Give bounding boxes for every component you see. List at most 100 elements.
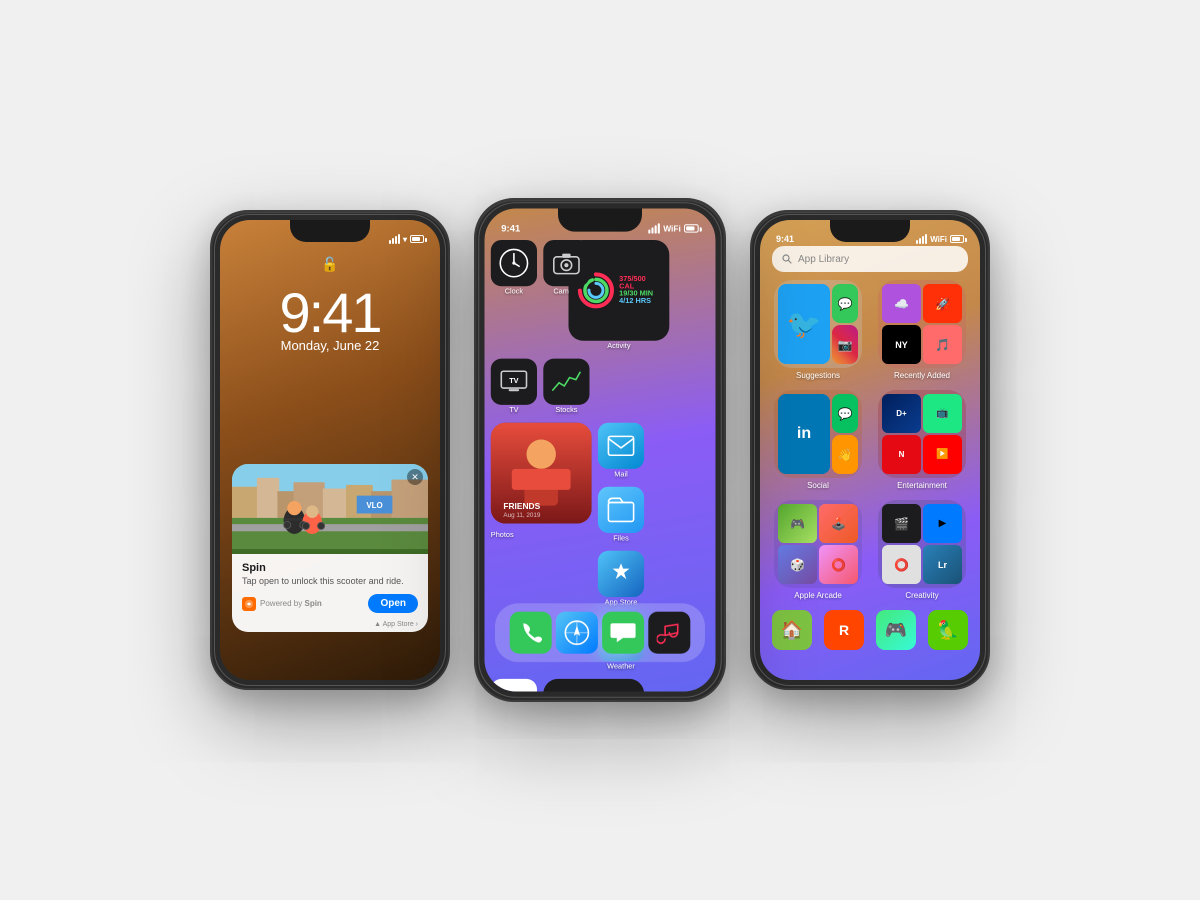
- svg-text:VLO: VLO: [366, 501, 382, 510]
- tv-app-item[interactable]: TV TV: [491, 359, 537, 415]
- notch-2: [558, 209, 642, 232]
- creativity-label: Creativity: [905, 591, 938, 600]
- reddit-icon[interactable]: R: [824, 610, 864, 650]
- reddit-app[interactable]: R: [824, 610, 864, 650]
- messages-icon-small: 💬: [832, 284, 858, 323]
- messages-dock-app[interactable]: [602, 612, 644, 654]
- creativity-folder-box[interactable]: 🎬 ▶ ⭕ Lr: [878, 500, 966, 588]
- safari-dock-app[interactable]: [556, 612, 598, 654]
- appstore-app-item[interactable]: App Store: [598, 551, 644, 607]
- entertainment-folder-box[interactable]: D+ 📺 N ▶️: [878, 390, 966, 478]
- library-row-1: 🐦 💬 📷 Suggestions ☁️: [772, 280, 968, 380]
- linkedin-icon: in: [778, 394, 830, 474]
- notification-title: Spin: [242, 562, 418, 574]
- entertainment-label: Entertainment: [897, 481, 947, 490]
- phones-container: ▾ 🔓 9:41 Monday, June 22: [210, 210, 990, 690]
- game3-icon: 🎲: [778, 545, 817, 584]
- nytimes-icon: NY: [882, 325, 921, 364]
- netflix-icon: N: [882, 435, 921, 474]
- mail-app[interactable]: [598, 423, 644, 469]
- duolingo-app[interactable]: 🦜: [928, 610, 968, 650]
- houzz-icon[interactable]: 🏠: [772, 610, 812, 650]
- notification-brand: Powered by Spin: [242, 597, 322, 611]
- creativity-folder[interactable]: 🎬 ▶ ⭕ Lr Creativity: [876, 500, 968, 600]
- social-folder-box[interactable]: in 💬 👋: [774, 390, 862, 478]
- arcade-folder-box[interactable]: 🎮 🕹️ 🎲 ⭕: [774, 500, 862, 588]
- files-app-item[interactable]: Files: [598, 487, 644, 543]
- dock-safari[interactable]: [554, 612, 600, 654]
- photos-widget-item[interactable]: FRIENDS Aug 11, 2019 Photos: [491, 423, 592, 543]
- files-app[interactable]: [598, 487, 644, 533]
- health-home-group: Health Home: [491, 679, 537, 692]
- tv-app[interactable]: TV: [491, 359, 537, 405]
- game-app[interactable]: 🎮: [876, 610, 916, 650]
- dock-phone[interactable]: [508, 612, 554, 654]
- battery-icon-2: [684, 224, 699, 232]
- game-icon[interactable]: 🎮: [876, 610, 916, 650]
- recently-added-folder-box[interactable]: ☁️ 🚀 NY 🎵: [878, 280, 966, 368]
- homescreen-bg: 9:41 WiFi: [485, 209, 716, 692]
- notification-open-button[interactable]: Open: [368, 594, 418, 613]
- library-row-4: 🏠 R 🎮 🦜 P: [772, 610, 968, 650]
- houzz-app[interactable]: 🏠: [772, 610, 812, 650]
- notification-card[interactable]: VLO ✕ Spin Tap open to unlock this scoot…: [232, 464, 428, 632]
- photos-widget-label: Photos: [491, 532, 514, 539]
- tv-label: TV: [509, 407, 518, 414]
- entertainment-folder[interactable]: D+ 📺 N ▶️ Entertainment: [876, 390, 968, 490]
- stocks-label: Stocks: [555, 407, 577, 414]
- circle-icon: ⭕: [882, 545, 921, 584]
- phone-3-applibrary: 9:41 WiFi: [750, 210, 990, 690]
- dock-music[interactable]: [646, 612, 692, 654]
- mail-app-item[interactable]: Mail: [598, 423, 644, 479]
- health-app[interactable]: [491, 679, 537, 692]
- notification-image: VLO ✕: [232, 464, 428, 554]
- notch-1: [290, 220, 370, 242]
- suggestions-folder-box[interactable]: 🐦 💬 📷: [774, 280, 862, 368]
- suggestions-folder[interactable]: 🐦 💬 📷 Suggestions: [772, 280, 864, 380]
- recently-added-label: Recently Added: [894, 371, 950, 380]
- appstore-link[interactable]: ▲ App Store ›: [232, 621, 428, 632]
- video-icon: 🎬: [882, 504, 921, 543]
- health-app-item[interactable]: Health: [491, 679, 537, 692]
- duolingo-icon[interactable]: 🦜: [928, 610, 968, 650]
- notification-footer: Powered by Spin Open: [232, 594, 428, 621]
- clock-label: Clock: [505, 288, 523, 295]
- cloudy-icon: ☁️: [882, 284, 921, 323]
- mail-files-group: Mail Files: [598, 423, 644, 543]
- phone-2-homescreen: 9:41 WiFi: [474, 198, 726, 702]
- camera-app[interactable]: [543, 240, 589, 286]
- notification-close-btn[interactable]: ✕: [407, 469, 423, 485]
- music-widget[interactable]: 🎵 Chromatica Lady Gaga: [543, 679, 644, 692]
- search-placeholder: App Library: [798, 254, 849, 265]
- music-widget-item[interactable]: 🎵 Chromatica Lady Gaga Music: [543, 679, 644, 692]
- status-time-2: 9:41: [501, 223, 520, 234]
- spin-brand-text: Powered by Spin: [260, 599, 322, 608]
- navigate-icon: ▶: [923, 504, 962, 543]
- clock-app-item[interactable]: Clock: [491, 240, 537, 296]
- library-row-2: in 💬 👋 Social D+: [772, 390, 968, 490]
- signal-bars-3: [916, 234, 927, 244]
- phone-dock-app[interactable]: [510, 612, 552, 654]
- music-dock-app[interactable]: [648, 612, 690, 654]
- lock-time: 9:41: [220, 280, 440, 345]
- game2-icon: 🕹️: [819, 504, 858, 543]
- svg-text:Aug 11, 2019: Aug 11, 2019: [503, 512, 540, 519]
- app-library-search[interactable]: App Library: [772, 246, 968, 272]
- people-scene: VLO: [232, 464, 428, 554]
- phone-1-screen: ▾ 🔓 9:41 Monday, June 22: [220, 220, 440, 680]
- activity-widget-item[interactable]: 375/500 CAL 19/30 MIN 4/12 HRS Activity: [596, 240, 642, 350]
- clock-app[interactable]: [491, 240, 537, 286]
- dock-messages[interactable]: [600, 612, 646, 654]
- activity-cal: 375/500 CAL: [619, 276, 661, 291]
- stocks-app[interactable]: [543, 359, 589, 405]
- photos-widget[interactable]: FRIENDS Aug 11, 2019: [491, 423, 592, 524]
- social-folder[interactable]: in 💬 👋 Social: [772, 390, 864, 490]
- wifi-icon-1: ▾: [403, 235, 407, 244]
- activity-min: 19/30 MIN: [619, 290, 661, 297]
- appstore-app[interactable]: [598, 551, 644, 597]
- arcade-label: Apple Arcade: [794, 591, 842, 600]
- notification-description: Tap open to unlock this scooter and ride…: [242, 576, 418, 586]
- stocks-app-item[interactable]: Stocks: [543, 359, 589, 415]
- arcade-folder[interactable]: 🎮 🕹️ 🎲 ⭕ Apple Arcade: [772, 500, 864, 600]
- recently-added-folder[interactable]: ☁️ 🚀 NY 🎵 Recently Added: [876, 280, 968, 380]
